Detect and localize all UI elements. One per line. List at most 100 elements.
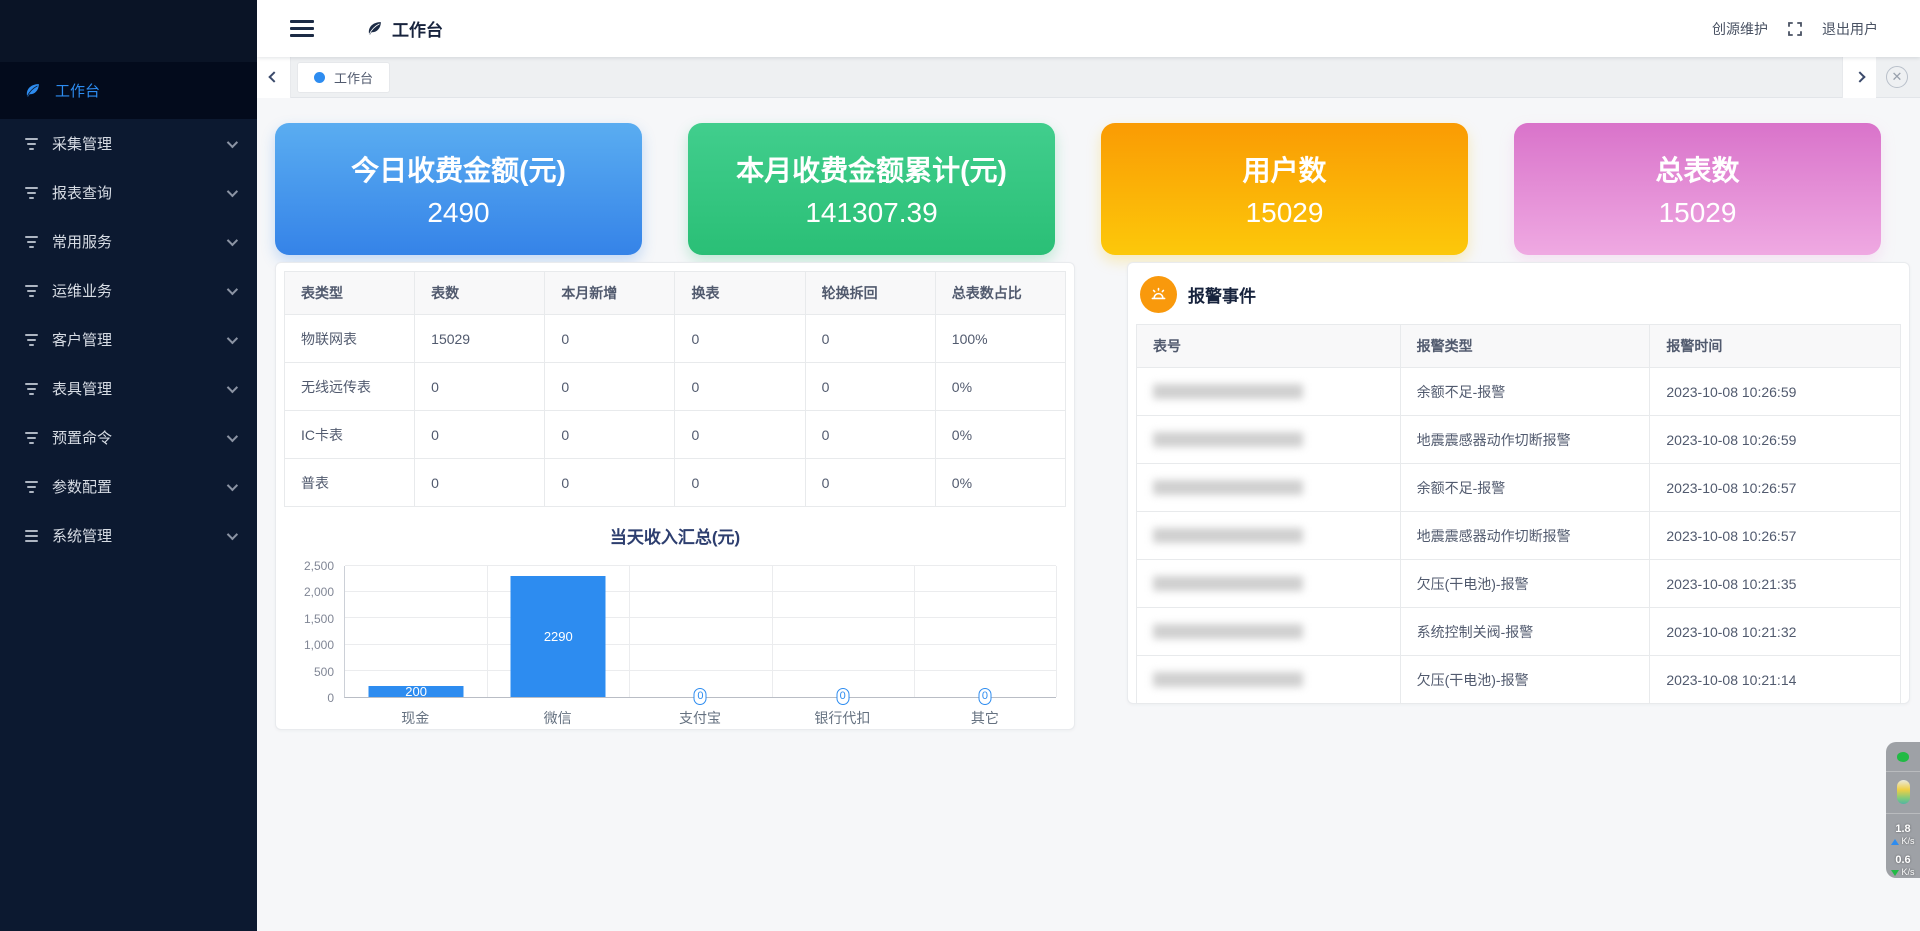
close-all-tabs-button[interactable]: ✕ xyxy=(1886,66,1908,88)
stat-card-0: 今日收费金额(元)2490 xyxy=(275,123,642,255)
table-cell: IC卡表 xyxy=(285,411,415,459)
sidebar-item-1[interactable]: 报表查询 xyxy=(0,168,257,217)
table-row: 物联网表15029000100% xyxy=(285,315,1066,363)
leaf-icon xyxy=(24,82,41,99)
tab-workbench[interactable]: 工作台 xyxy=(297,62,390,93)
alarm-table-header: 表号 xyxy=(1137,325,1401,368)
meter-number-cell xyxy=(1137,656,1401,704)
sidebar-item-label: 常用服务 xyxy=(52,231,227,252)
leaf-icon xyxy=(366,20,383,37)
filter-icon xyxy=(24,334,38,346)
sidebar-item-4[interactable]: 客户管理 xyxy=(0,315,257,364)
chevron-left-icon xyxy=(268,71,279,82)
bar-value-label: 2290 xyxy=(544,629,573,644)
table-row: 普表00000% xyxy=(285,459,1066,507)
table-cell: 0 xyxy=(675,411,805,459)
y-tick-label: 0 xyxy=(327,691,334,705)
chevron-down-icon xyxy=(227,381,238,392)
bar-其它: 0 xyxy=(914,566,1056,697)
meter-table-header: 轮换拆回 xyxy=(805,272,935,315)
y-tick-label: 1,500 xyxy=(304,612,334,626)
upload-speed-value: 1.8 xyxy=(1895,823,1910,836)
stat-card-title: 用户数 xyxy=(1242,149,1326,189)
fullscreen-icon[interactable] xyxy=(1786,20,1804,38)
page-title-text: 工作台 xyxy=(392,16,443,41)
upload-speed-unit: K/s xyxy=(1901,836,1914,847)
blurred-meter-number xyxy=(1153,528,1303,543)
chevron-down-icon xyxy=(227,283,238,294)
meter-summary-panel: 表类型表数本月新增换表轮换拆回总表数占比 物联网表15029000100%无线远… xyxy=(275,262,1075,730)
alarm-type-cell: 欠压(干电池)-报警 xyxy=(1400,656,1650,704)
org-name-link[interactable]: 创源维护 xyxy=(1712,19,1768,39)
meter-number-cell xyxy=(1137,512,1401,560)
chevron-down-icon xyxy=(227,479,238,490)
sidebar-item-3[interactable]: 运维业务 xyxy=(0,266,257,315)
sidebar-item-8[interactable]: 系统管理 xyxy=(0,511,257,560)
table-row: 地震震感器动作切断报警2023-10-08 10:26:59 xyxy=(1137,416,1901,464)
sidebar-item-6[interactable]: 预置命令 xyxy=(0,413,257,462)
sidebar-logo-area xyxy=(0,0,257,62)
content-area: 今日收费金额(元)2490本月收费金额累计(元)141307.39用户数1502… xyxy=(257,98,1920,931)
sidebar-item-workbench[interactable]: 工作台 xyxy=(0,62,257,119)
sidebar-item-2[interactable]: 常用服务 xyxy=(0,217,257,266)
chevron-right-icon xyxy=(1854,71,1865,82)
table-row: 余额不足-报警2023-10-08 10:26:57 xyxy=(1137,464,1901,512)
stat-card-value: 15029 xyxy=(1659,197,1737,229)
stat-card-2: 用户数15029 xyxy=(1101,123,1468,255)
filter-icon xyxy=(24,236,38,248)
sidebar-item-0[interactable]: 采集管理 xyxy=(0,119,257,168)
x-category-label: 微信 xyxy=(486,708,628,728)
sidebar-item-label: 客户管理 xyxy=(52,329,227,350)
alarm-type-cell: 欠压(干电池)-报警 xyxy=(1400,560,1650,608)
alarm-type-cell: 余额不足-报警 xyxy=(1400,368,1650,416)
table-cell: 0 xyxy=(805,315,935,363)
sidebar-item-label: 系统管理 xyxy=(52,525,227,546)
chevron-down-icon xyxy=(227,528,238,539)
bar-value-label: 200 xyxy=(405,684,427,699)
filter-icon xyxy=(24,187,38,199)
alarm-siren-icon xyxy=(1140,276,1177,313)
alarm-time-cell: 2023-10-08 10:26:59 xyxy=(1650,368,1901,416)
sidebar-item-label: 预置命令 xyxy=(52,427,227,448)
tab-scroll-right-button[interactable] xyxy=(1842,57,1876,98)
tab-bar: 工作台 ✕ xyxy=(257,57,1920,98)
blurred-meter-number xyxy=(1153,384,1303,399)
meter-number-cell xyxy=(1137,608,1401,656)
chevron-down-icon xyxy=(227,234,238,245)
table-cell: 0 xyxy=(545,459,675,507)
meter-table-header: 表类型 xyxy=(285,272,415,315)
bar-现金: 200 xyxy=(345,566,487,697)
table-row: 欠压(干电池)-报警2023-10-08 10:21:14 xyxy=(1137,656,1901,704)
stat-card-value: 141307.39 xyxy=(805,197,937,229)
y-tick-label: 1,000 xyxy=(304,638,334,652)
collapse-menu-icon[interactable] xyxy=(290,20,314,37)
sidebar-item-7[interactable]: 参数配置 xyxy=(0,462,257,511)
alarm-type-cell: 地震震感器动作切断报警 xyxy=(1400,416,1650,464)
table-cell: 0 xyxy=(805,459,935,507)
table-cell: 0 xyxy=(545,411,675,459)
alarm-table-header: 报警类型 xyxy=(1400,325,1650,368)
bar-zero-label: 0 xyxy=(694,688,707,705)
alarm-type-cell: 系统控制关阀-报警 xyxy=(1400,608,1650,656)
stat-card-title: 总表数 xyxy=(1655,149,1739,189)
alarm-type-cell: 余额不足-报警 xyxy=(1400,464,1650,512)
logout-button[interactable]: 退出用户 xyxy=(1822,19,1878,39)
sidebar-item-5[interactable]: 表具管理 xyxy=(0,364,257,413)
alarm-time-cell: 2023-10-08 10:26:59 xyxy=(1650,416,1901,464)
blurred-meter-number xyxy=(1153,576,1303,591)
chevron-down-icon xyxy=(227,185,238,196)
filter-icon xyxy=(24,285,38,297)
table-cell: 0 xyxy=(415,459,545,507)
meter-type-table: 表类型表数本月新增换表轮换拆回总表数占比 物联网表15029000100%无线远… xyxy=(284,271,1066,507)
meter-table-header: 本月新增 xyxy=(545,272,675,315)
top-header: 工作台 创源维护 退出用户 xyxy=(257,0,1920,57)
alarm-events-panel: 报警事件 表号报警类型报警时间 余额不足-报警2023-10-08 10:26:… xyxy=(1127,262,1910,704)
table-row: 无线远传表00000% xyxy=(285,363,1066,411)
tab-label: 工作台 xyxy=(334,68,373,87)
blurred-meter-number xyxy=(1153,480,1303,495)
tab-scroll-left-button[interactable] xyxy=(257,57,291,98)
table-row: 系统控制关阀-报警2023-10-08 10:21:32 xyxy=(1137,608,1901,656)
network-monitor-widget[interactable]: 1.8 K/s 0.6 K/s xyxy=(1886,742,1920,878)
alarm-time-cell: 2023-10-08 10:26:57 xyxy=(1650,512,1901,560)
sidebar-item-label: 工作台 xyxy=(55,80,235,101)
